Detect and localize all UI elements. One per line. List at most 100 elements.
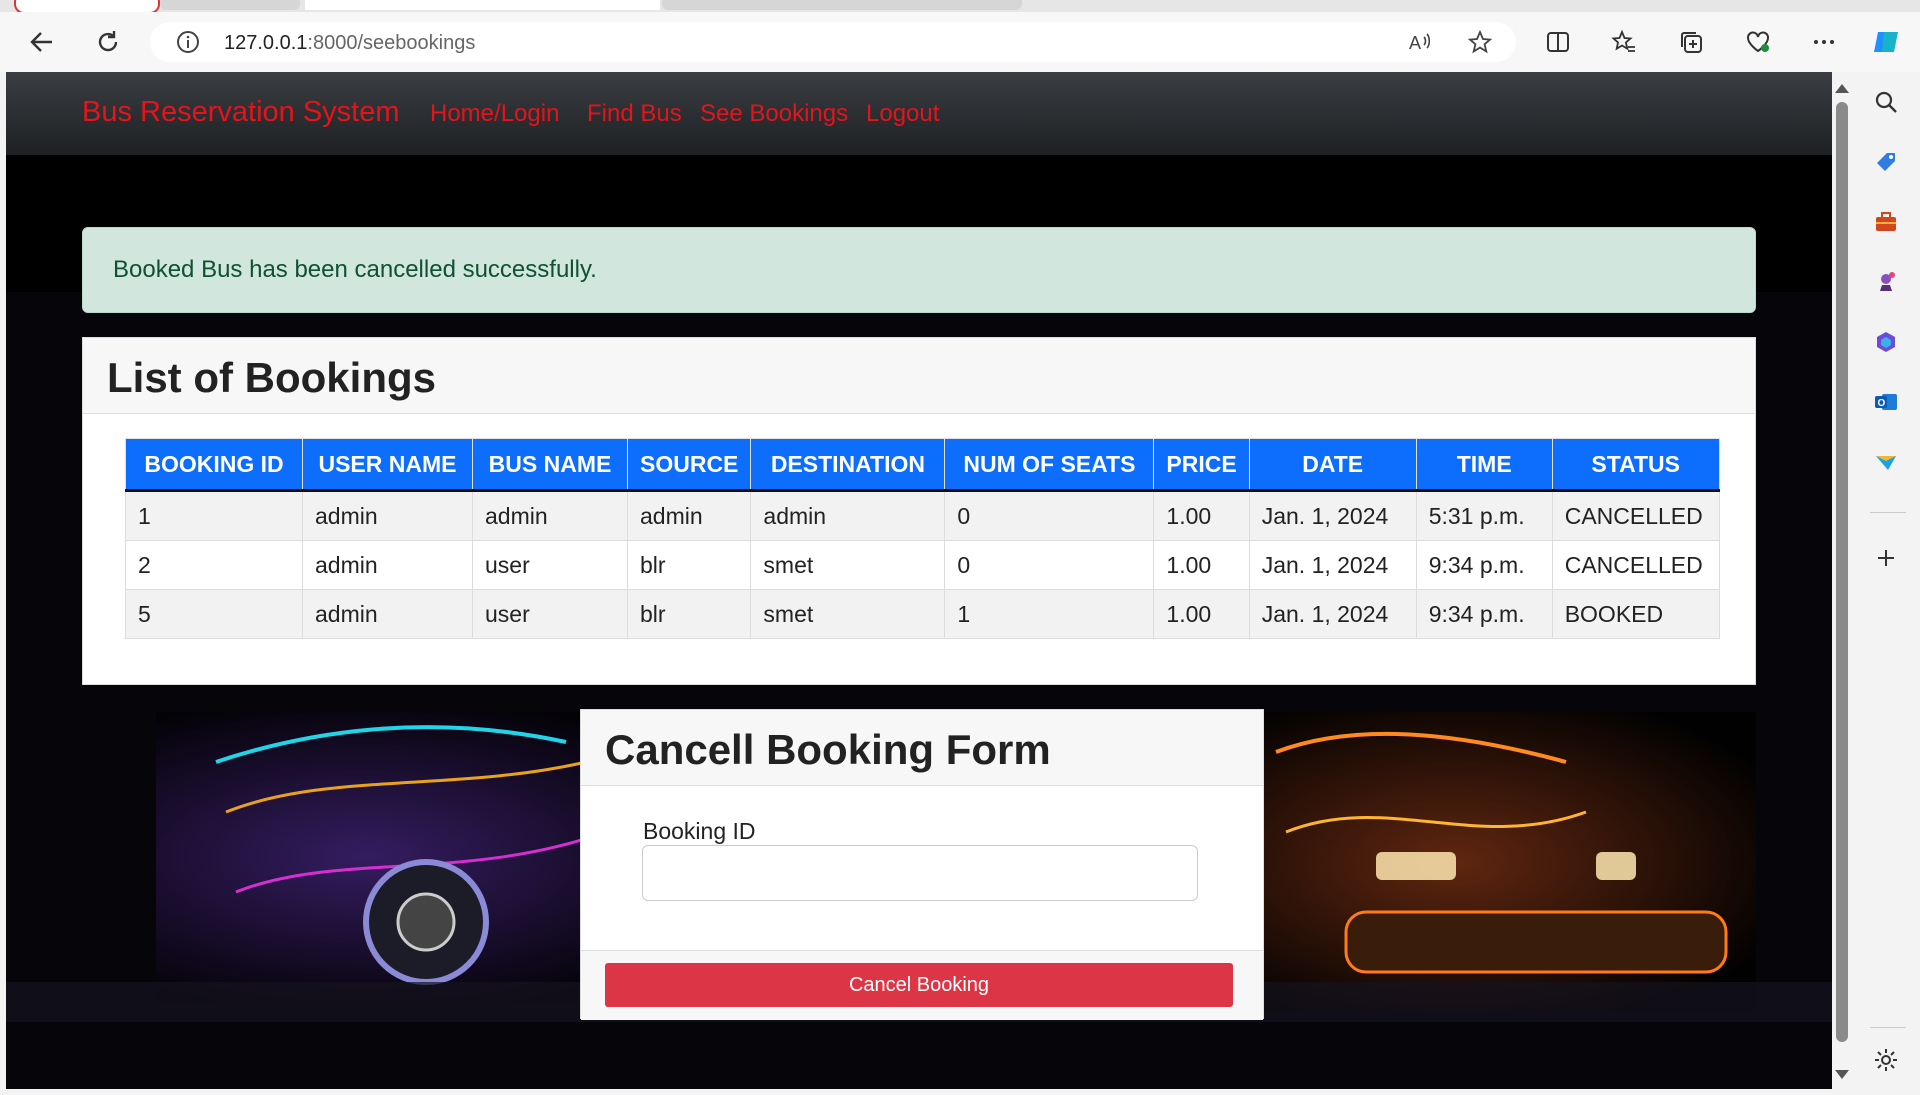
- cancel-card-header: Cancell Booking Form: [581, 710, 1263, 786]
- tools-icon[interactable]: [1870, 206, 1902, 238]
- column-header-booking-id: BOOKING ID: [125, 438, 303, 492]
- cell-price: 1.00: [1153, 540, 1250, 590]
- cell-status: CANCELLED: [1551, 540, 1720, 590]
- svg-text:A: A: [1409, 33, 1421, 53]
- table-row: 2 admin user blr smet 0 1.00 Jan. 1, 202…: [125, 540, 1720, 590]
- column-header-source: SOURCE: [626, 438, 752, 492]
- navbar: Bus Reservation System Home/Login Find B…: [6, 72, 1832, 155]
- active-browser-tab[interactable]: [305, 0, 660, 10]
- scroll-down-arrow-icon[interactable]: [1835, 1070, 1849, 1079]
- page-scrollbar[interactable]: [1832, 72, 1852, 1089]
- cell-booking-id: 5: [125, 589, 303, 639]
- column-header-date: DATE: [1248, 438, 1417, 492]
- cell-user-name: admin: [302, 490, 473, 541]
- cell-time: 9:34 p.m.: [1415, 589, 1553, 639]
- collections-icon[interactable]: [1675, 26, 1707, 58]
- scroll-thumb[interactable]: [1836, 102, 1848, 1042]
- favorite-star-icon[interactable]: [1464, 26, 1496, 58]
- nav-link-see-bookings[interactable]: See Bookings: [700, 100, 848, 128]
- cell-bus-name: user: [472, 589, 628, 639]
- cell-source: blr: [626, 540, 752, 590]
- cell-booking-id: 1: [125, 490, 303, 541]
- cell-user-name: admin: [302, 589, 473, 639]
- tab-strip: [0, 0, 1920, 14]
- settings-icon[interactable]: [1870, 1044, 1902, 1076]
- favorites-icon[interactable]: [1608, 26, 1640, 58]
- address-bar[interactable]: 127.0.0.1:8000/seebookings A: [150, 22, 1516, 62]
- url-host: 127.0.0.1: [224, 32, 308, 54]
- url-text[interactable]: 127.0.0.1:8000/seebookings: [224, 32, 475, 55]
- cell-price: 1.00: [1153, 490, 1250, 541]
- cell-time: 5:31 p.m.: [1415, 490, 1553, 541]
- browser-essentials-icon[interactable]: [1742, 26, 1774, 58]
- cancel-booking-card: Cancell Booking Form Booking ID Cancel B…: [580, 709, 1264, 1020]
- cell-num-of-seats: 0: [944, 540, 1155, 590]
- sidebar-divider: [1870, 512, 1906, 513]
- add-icon[interactable]: [1870, 542, 1902, 574]
- cell-booking-id: 2: [125, 540, 303, 590]
- cell-destination: admin: [750, 490, 946, 541]
- page-viewport: Bus Reservation System Home/Login Find B…: [6, 72, 1832, 1089]
- column-header-num-of-seats: NUM OF SEATS: [944, 438, 1155, 492]
- bottom-strip: [0, 1089, 1852, 1095]
- info-icon[interactable]: [172, 26, 204, 58]
- column-header-bus-name: BUS NAME: [472, 438, 628, 492]
- browser-sidebar: O: [1852, 72, 1920, 1095]
- nav-link-home-login[interactable]: Home/Login: [430, 100, 559, 128]
- cell-destination: smet: [750, 540, 946, 590]
- microsoft365-icon[interactable]: [1870, 326, 1902, 358]
- alert-message: Booked Bus has been cancelled successful…: [113, 256, 597, 283]
- bookings-table: BOOKING ID USER NAME BUS NAME SOURCE DES…: [125, 438, 1720, 639]
- cell-date: Jan. 1, 2024: [1248, 490, 1417, 541]
- cell-user-name: admin: [302, 540, 473, 590]
- bookings-card-header: List of Bookings: [83, 338, 1755, 414]
- cell-num-of-seats: 1: [944, 589, 1155, 639]
- cell-bus-name: admin: [472, 490, 628, 541]
- cell-destination: smet: [750, 589, 946, 639]
- nav-link-logout[interactable]: Logout: [866, 100, 939, 128]
- split-screen-icon[interactable]: [1542, 26, 1574, 58]
- sidebar-divider: [1870, 1027, 1906, 1028]
- bookings-title: List of Bookings: [107, 354, 436, 401]
- cancel-form-title: Cancell Booking Form: [605, 726, 1051, 773]
- drop-icon[interactable]: [1870, 446, 1902, 478]
- svg-text:O: O: [1878, 398, 1886, 409]
- nav-link-find-bus[interactable]: Find Bus: [587, 100, 682, 128]
- browser-toolbar: 127.0.0.1:8000/seebookings A: [0, 12, 1920, 72]
- cell-time: 9:34 p.m.: [1415, 540, 1553, 590]
- column-header-user-name: USER NAME: [302, 438, 473, 492]
- bookings-card: List of Bookings BOOKING ID USER NAME BU…: [82, 337, 1756, 685]
- url-path: :8000/seebookings: [307, 32, 476, 54]
- booking-id-input[interactable]: [642, 845, 1198, 901]
- table-row: 5 admin user blr smet 1 1.00 Jan. 1, 202…: [125, 589, 1720, 639]
- games-icon[interactable]: [1870, 266, 1902, 298]
- cell-num-of-seats: 0: [944, 490, 1155, 541]
- refresh-icon[interactable]: [92, 26, 124, 58]
- navbar-brand[interactable]: Bus Reservation System: [82, 96, 400, 129]
- cancel-booking-button[interactable]: Cancel Booking: [605, 963, 1233, 1007]
- cell-bus-name: user: [472, 540, 628, 590]
- cancel-card-footer: Cancel Booking: [581, 950, 1263, 1020]
- cell-date: Jan. 1, 2024: [1248, 589, 1417, 639]
- outlook-icon[interactable]: O: [1870, 386, 1902, 418]
- copilot-icon[interactable]: [1870, 26, 1902, 58]
- column-header-destination: DESTINATION: [750, 438, 946, 492]
- cell-status: BOOKED: [1551, 589, 1720, 639]
- success-alert: Booked Bus has been cancelled successful…: [82, 227, 1756, 313]
- cell-source: admin: [626, 490, 752, 541]
- browser-tab[interactable]: [160, 0, 300, 10]
- cell-source: blr: [626, 589, 752, 639]
- column-header-price: PRICE: [1153, 438, 1250, 492]
- more-icon[interactable]: [1808, 26, 1840, 58]
- shopping-tag-icon[interactable]: [1870, 146, 1902, 178]
- browser-tab[interactable]: [662, 0, 1022, 10]
- back-arrow-icon[interactable]: [26, 26, 58, 58]
- cell-date: Jan. 1, 2024: [1248, 540, 1417, 590]
- cell-status: CANCELLED: [1551, 490, 1720, 541]
- scroll-up-arrow-icon[interactable]: [1835, 84, 1849, 93]
- cell-price: 1.00: [1153, 589, 1250, 639]
- search-icon[interactable]: [1870, 86, 1902, 118]
- read-aloud-icon[interactable]: A: [1404, 26, 1436, 58]
- booking-id-label: Booking ID: [643, 818, 756, 844]
- column-header-time: TIME: [1415, 438, 1553, 492]
